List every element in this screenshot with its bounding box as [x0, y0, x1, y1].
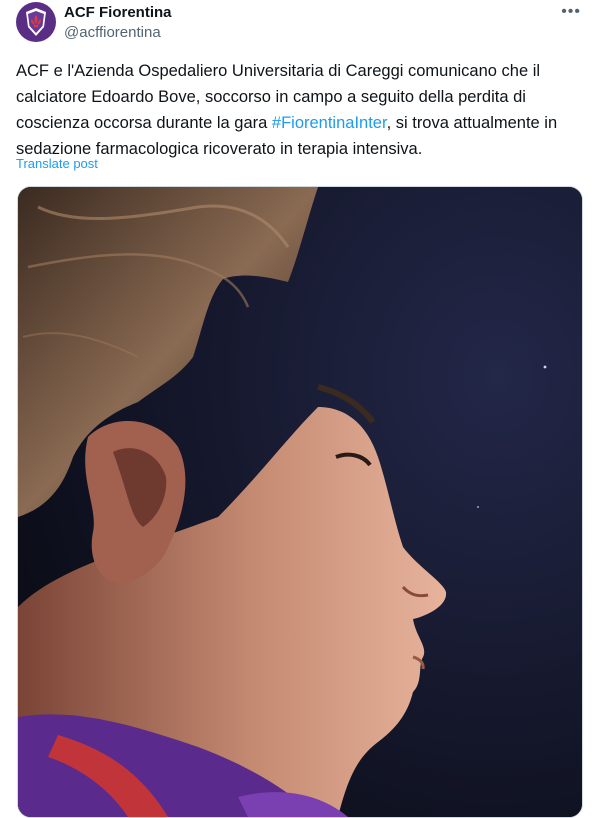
- fiorentina-lily-logo-icon: [26, 8, 46, 36]
- translate-post-link[interactable]: Translate post: [16, 156, 98, 172]
- hashtag-link[interactable]: #FiorentinaInter: [272, 114, 387, 132]
- author-handle[interactable]: @acffiorentina: [64, 24, 161, 42]
- post-text: ACF e l'Azienda Ospedaliero Universitari…: [16, 58, 586, 162]
- more-options-icon[interactable]: •••: [561, 4, 581, 20]
- player-profile-photo: [18, 187, 582, 817]
- post-media-image[interactable]: [17, 186, 583, 818]
- post-avatar[interactable]: [16, 2, 56, 42]
- author-name[interactable]: ACF Fiorentina: [64, 4, 172, 22]
